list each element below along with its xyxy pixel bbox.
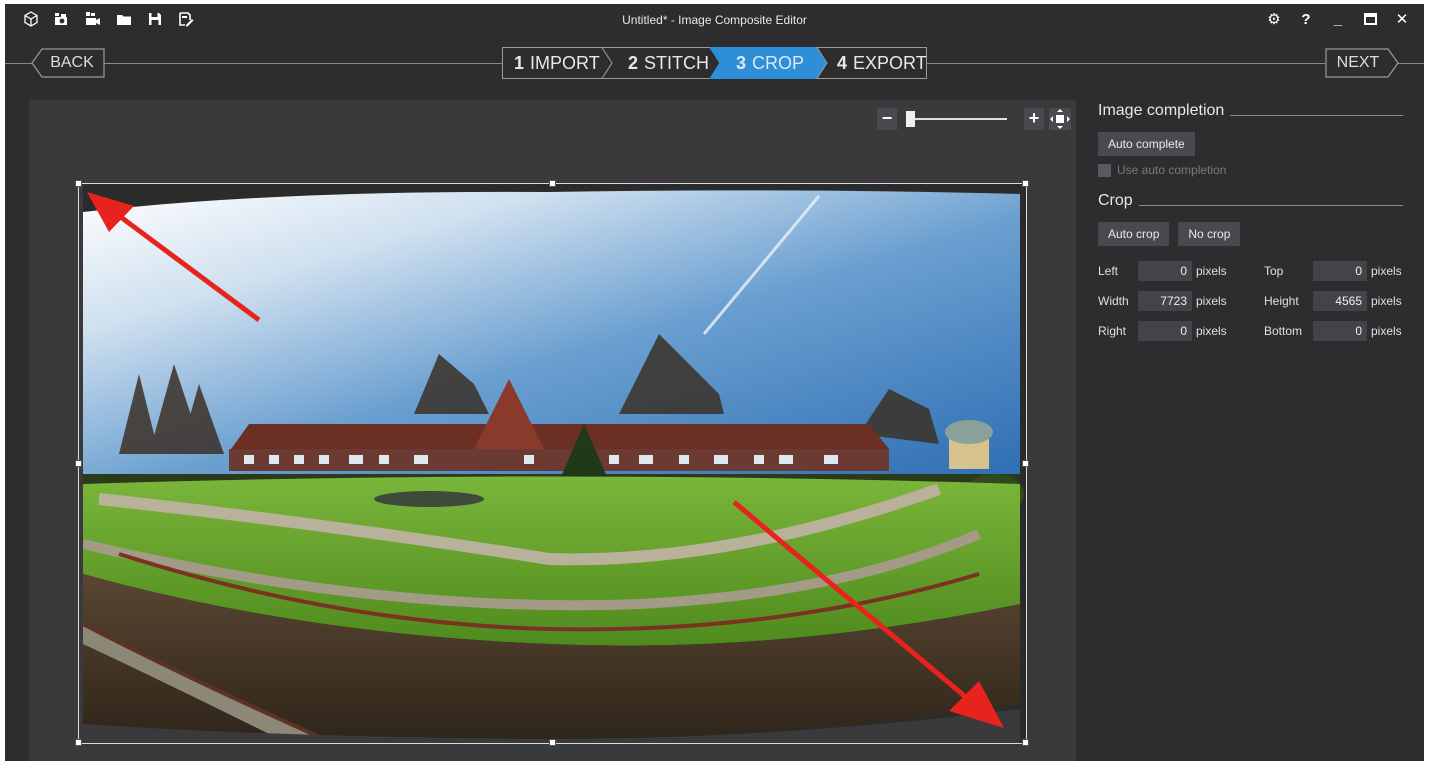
crop-handle-right[interactable] — [1022, 460, 1029, 467]
top-unit: pixels — [1371, 264, 1402, 278]
width-input[interactable]: 7723 — [1138, 291, 1192, 311]
bottom-unit: pixels — [1371, 324, 1402, 338]
back-label: BACK — [50, 54, 94, 71]
section-title: Image completion — [1098, 102, 1225, 119]
step-export[interactable]: 4 EXPORT — [837, 47, 927, 79]
next-label: NEXT — [1336, 54, 1380, 71]
wizard-navigation: BACK 1 IMPORT 2 STITCH 3 CROP 4 EXPORT N… — [5, 44, 1424, 84]
crop-fields: Left 0 pixels Top 0 pixels Width 7723 pi… — [1098, 256, 1403, 346]
panorama-image[interactable] — [75, 180, 1029, 746]
step-import[interactable]: 1 IMPORT — [514, 47, 600, 79]
no-crop-button[interactable]: No crop — [1178, 222, 1241, 246]
zoom-control: − + — [877, 108, 1073, 130]
image-completion-header: Image completion — [1098, 100, 1403, 122]
width-label: Width — [1098, 294, 1129, 308]
settings-icon[interactable]: ⚙ — [1266, 10, 1282, 28]
left-unit: pixels — [1196, 264, 1227, 278]
crop-handle-bottom-right[interactable] — [1022, 739, 1029, 746]
help-icon[interactable]: ? — [1298, 10, 1314, 28]
step-label: CROP — [752, 52, 805, 73]
back-button[interactable]: BACK — [31, 48, 105, 78]
crop-row-3: Right 0 pixels Bottom 0 pixels — [1098, 321, 1403, 341]
right-unit: pixels — [1196, 324, 1227, 338]
left-input[interactable]: 0 — [1138, 261, 1192, 281]
checkbox-box — [1098, 163, 1111, 177]
nav-divider — [1398, 63, 1424, 64]
nav-divider — [5, 63, 33, 64]
crop-handle-top-right[interactable] — [1022, 180, 1029, 187]
title-bar: Untitled* - Image Composite Editor ⚙ ? _… — [5, 4, 1424, 36]
section-title: Crop — [1098, 192, 1133, 209]
section-divider — [1138, 204, 1403, 206]
wizard-steps: 1 IMPORT 2 STITCH 3 CROP 4 EXPORT — [502, 47, 927, 79]
step-label: IMPORT — [530, 52, 600, 73]
next-button[interactable]: NEXT — [1325, 48, 1399, 78]
top-input[interactable]: 0 — [1313, 261, 1367, 281]
fit-to-window-icon — [1050, 109, 1070, 129]
auto-crop-button[interactable]: Auto crop — [1098, 222, 1170, 246]
step-label: STITCH — [644, 52, 710, 73]
settings-panel: Image completion Auto complete Use auto … — [1098, 100, 1403, 346]
step-crop[interactable]: 3 CROP — [736, 47, 804, 79]
crop-handle-top-left[interactable] — [75, 180, 82, 187]
step-stitch[interactable]: 2 STITCH — [628, 47, 709, 79]
crop-handle-top[interactable] — [549, 180, 556, 187]
zoom-out-button[interactable]: − — [877, 108, 897, 130]
window-title: Untitled* - Image Composite Editor — [622, 13, 807, 27]
zoom-slider-track[interactable] — [907, 118, 1007, 120]
bottom-input[interactable]: 0 — [1313, 321, 1367, 341]
step-label: EXPORT — [853, 52, 927, 73]
nav-divider — [104, 63, 502, 64]
zoom-slider-thumb[interactable] — [906, 111, 915, 127]
crop-handle-bottom-left[interactable] — [75, 739, 82, 746]
maximize-icon — [1363, 13, 1377, 25]
zoom-in-button[interactable]: + — [1024, 108, 1044, 130]
annotation-arrows — [87, 192, 1004, 728]
height-label: Height — [1264, 294, 1299, 308]
height-input[interactable]: 4565 — [1313, 291, 1367, 311]
section-divider — [1230, 114, 1403, 116]
crop-row-2: Width 7723 pixels Height 4565 pixels — [1098, 291, 1403, 311]
crop-handle-bottom[interactable] — [549, 739, 556, 746]
crop-header: Crop — [1098, 190, 1403, 212]
nav-divider — [927, 63, 1325, 64]
maximize-button[interactable] — [1362, 10, 1378, 28]
minimize-button[interactable]: _ — [1330, 10, 1346, 28]
close-button[interactable]: ✕ — [1394, 10, 1410, 28]
step-number: 2 — [628, 52, 639, 73]
step-number: 3 — [736, 52, 747, 73]
width-unit: pixels — [1196, 294, 1227, 308]
use-auto-completion-checkbox[interactable]: Use auto completion — [1098, 163, 1403, 177]
image-composite-editor-window: Untitled* - Image Composite Editor ⚙ ? _… — [5, 4, 1424, 761]
right-label: Right — [1098, 324, 1127, 338]
fit-to-window-button[interactable] — [1049, 108, 1071, 130]
window-controls: ⚙ ? _ ✕ — [1266, 10, 1410, 29]
auto-complete-button[interactable]: Auto complete — [1098, 132, 1195, 156]
arrow-head-top-left — [87, 192, 134, 232]
step-number: 4 — [837, 52, 848, 73]
height-unit: pixels — [1371, 294, 1402, 308]
step-number: 1 — [514, 52, 525, 73]
checkbox-label: Use auto completion — [1117, 163, 1227, 177]
bottom-label: Bottom — [1264, 324, 1303, 338]
right-input[interactable]: 0 — [1138, 321, 1192, 341]
crop-row-1: Left 0 pixels Top 0 pixels — [1098, 261, 1403, 281]
left-label: Left — [1098, 264, 1119, 278]
top-label: Top — [1264, 264, 1284, 278]
crop-handle-left[interactable] — [75, 460, 82, 467]
preview-canvas[interactable]: − + — [29, 100, 1076, 761]
